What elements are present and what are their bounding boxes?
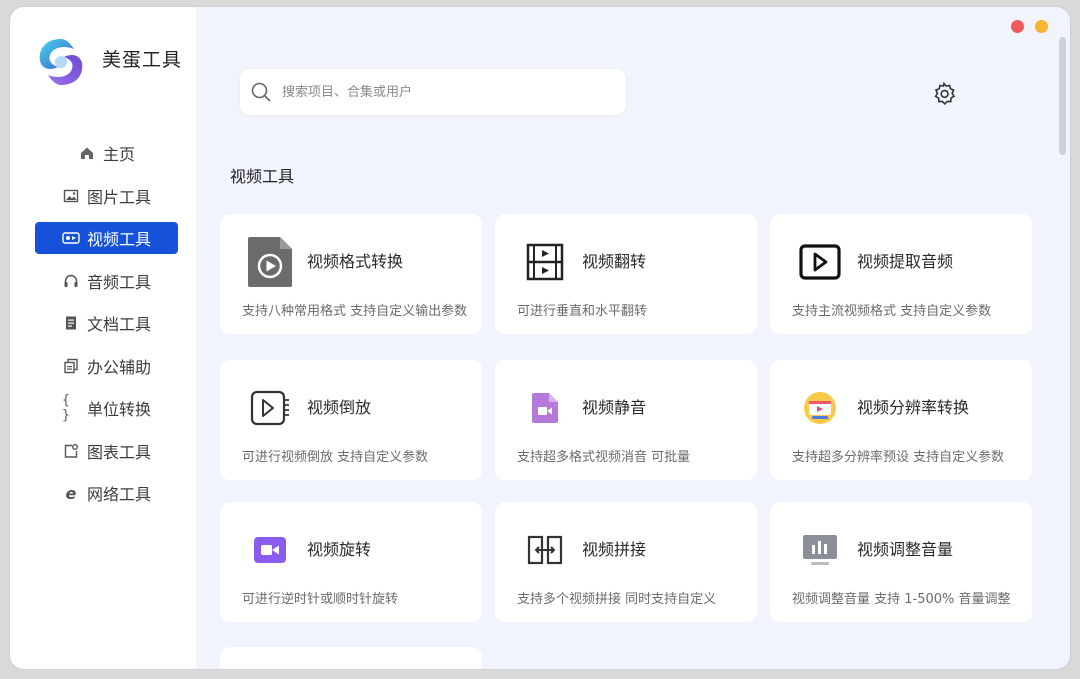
app-window: 美蛋工具 主页 图片工具 视频工具 音频工具 文档工具 办公辅助 {} 单位转… (10, 7, 1070, 669)
volume-bars-icon (796, 526, 844, 574)
sidebar-item-label: 音频工具 (86, 272, 151, 292)
flip-icon (521, 238, 569, 286)
braces-icon: { } (61, 393, 70, 423)
tool-card-mute[interactable]: 视频静音 支持超多格式视频消音 可批量 (495, 360, 757, 480)
scrollbar[interactable] (1059, 37, 1066, 155)
window-controls (1011, 20, 1048, 33)
sidebar-item-label: 主页 (102, 145, 135, 164)
tool-title: 视频倒放 (307, 398, 372, 417)
search-input[interactable] (280, 83, 604, 101)
sidebar-item-unit-convert[interactable]: { } 单位转换 (35, 392, 178, 424)
video-icon (62, 229, 80, 247)
home-icon (78, 144, 96, 162)
tool-description: 支持八种常用格式 支持自定义输出参数 (242, 304, 468, 319)
sidebar-item-chart-tools[interactable]: 图表工具 (35, 435, 178, 467)
tool-card-partial[interactable] (220, 647, 482, 669)
tool-card-resolution[interactable]: 视频分辨率转换 支持超多分辨率预设 支持自定义参数 (770, 360, 1032, 480)
app-logo (39, 39, 83, 85)
tool-card-extract-audio[interactable]: 视频提取音频 支持主流视频格式 支持自定义参数 (770, 214, 1032, 334)
tool-title: 视频提取音频 (857, 252, 954, 271)
play-box-icon (796, 238, 844, 286)
tool-title: 视频旋转 (307, 540, 372, 559)
sidebar-item-audio-tools[interactable]: 音频工具 (35, 265, 178, 297)
sidebar-item-label: 办公辅助 (86, 357, 151, 377)
tool-title: 视频格式转换 (307, 252, 404, 271)
tool-title: 视频分辨率转换 (857, 398, 970, 417)
tool-description: 支持主流视频格式 支持自定义参数 (792, 304, 992, 319)
app-title: 美蛋工具 (102, 49, 183, 71)
reverse-play-icon (246, 384, 294, 432)
camera-icon (246, 526, 294, 574)
tool-description: 支持超多格式视频消音 可批量 (517, 450, 691, 465)
sidebar-item-label: 图片工具 (86, 187, 151, 207)
main-content: 视频工具 视频格式转换 支持八种常用格式 支持自定义输出参数 视频翻转 可进行垂… (196, 7, 1070, 669)
sidebar: 美蛋工具 主页 图片工具 视频工具 音频工具 文档工具 办公辅助 {} 单位转… (10, 7, 196, 669)
browser-icon: e (65, 483, 77, 503)
sidebar-nav: 主页 图片工具 视频工具 音频工具 文档工具 办公辅助 {} 单位转换 图表工… (35, 137, 178, 520)
tool-description: 可进行视频倒放 支持自定义参数 (242, 450, 429, 465)
sidebar-item-label: 文档工具 (86, 315, 151, 334)
tool-card-format-convert[interactable]: 视频格式转换 支持八种常用格式 支持自定义输出参数 (220, 214, 482, 334)
merge-icon (521, 526, 569, 574)
window-close-button[interactable] (1011, 20, 1024, 33)
tool-description: 支持超多分辨率预设 支持自定义参数 (792, 450, 1005, 465)
document-icon (62, 314, 80, 332)
sidebar-item-label: 网络工具 (86, 485, 151, 504)
section-title: 视频工具 (230, 167, 295, 186)
tool-description: 可进行垂直和水平翻转 (517, 304, 648, 319)
sidebar-item-label: 视频工具 (86, 230, 151, 249)
tool-description: 可进行逆时针或顺时针旋转 (242, 592, 399, 607)
tool-title: 视频静音 (582, 398, 647, 417)
resolution-icon (796, 384, 844, 432)
sidebar-item-image-tools[interactable]: 图片工具 (35, 180, 178, 212)
tool-card-rotate[interactable]: 视频旋转 可进行逆时针或顺时针旋转 (220, 502, 482, 622)
sidebar-item-label: 图表工具 (86, 442, 151, 462)
search-box (240, 69, 626, 115)
settings-gear-icon[interactable] (930, 80, 958, 108)
tool-title: 视频拼接 (582, 540, 647, 559)
tool-description: 支持多个视频拼接 同时支持自定义 (517, 592, 717, 607)
tool-card-volume[interactable]: 视频调整音量 视频调整音量 支持 1-500% 音量调整 (770, 502, 1032, 622)
image-icon (62, 187, 80, 205)
headphones-icon (62, 272, 80, 290)
sidebar-item-office-assist[interactable]: 办公辅助 (35, 350, 178, 382)
tool-card-reverse[interactable]: 视频倒放 可进行视频倒放 支持自定义参数 (220, 360, 482, 480)
video-file-icon (246, 237, 294, 287)
sidebar-item-document-tools[interactable]: 文档工具 (35, 307, 178, 339)
mute-video-icon (521, 384, 569, 432)
sidebar-item-video-tools[interactable]: 视频工具 (35, 222, 178, 254)
chart-icon (62, 442, 80, 460)
sidebar-item-network-tools[interactable]: e 网络工具 (35, 477, 178, 509)
tool-card-merge[interactable]: 视频拼接 支持多个视频拼接 同时支持自定义 (495, 502, 757, 622)
sidebar-item-label: 单位转换 (86, 400, 151, 419)
search-icon (251, 82, 271, 102)
tool-title: 视频调整音量 (857, 540, 954, 559)
tool-title: 视频翻转 (582, 252, 647, 271)
tool-description: 视频调整音量 支持 1-500% 音量调整 (792, 592, 1011, 607)
window-minimize-button[interactable] (1035, 20, 1048, 33)
copy-icon (62, 357, 80, 375)
sidebar-item-home[interactable]: 主页 (35, 137, 178, 169)
tool-card-flip[interactable]: 视频翻转 可进行垂直和水平翻转 (495, 214, 757, 334)
